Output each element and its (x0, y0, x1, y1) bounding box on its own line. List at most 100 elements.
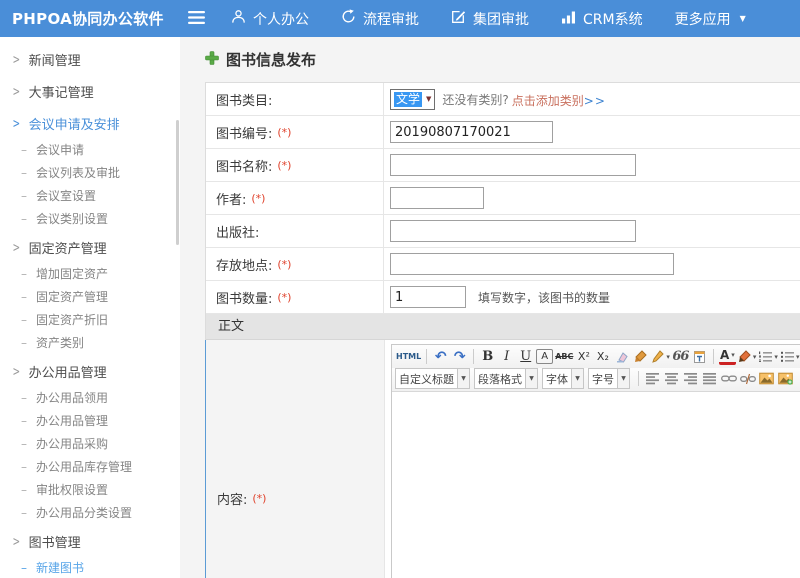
sidebar-item[interactable]: –办公用品分类设置 (0, 501, 180, 524)
toolbar-separator (473, 349, 474, 364)
content-label: 内容: (217, 489, 247, 508)
custom-style-select[interactable]: 自定义标题▼ (395, 368, 470, 389)
rich-text-editor: HTML↶↷BIUAABCX²X₂▾66A▾▾▾▾ 自定义标题▼段落格式▼字体▼… (391, 344, 800, 578)
paragraph-format-select[interactable]: 段落格式▼ (474, 368, 538, 389)
sidebar-group[interactable]: >图书管理 (0, 526, 180, 556)
undo-icon[interactable]: ↶ (432, 347, 449, 366)
font-size-select[interactable]: 字号▼ (588, 368, 630, 389)
sidebar-item[interactable]: –办公用品库存管理 (0, 455, 180, 478)
align-right-icon[interactable] (682, 369, 699, 388)
publisher-input[interactable] (390, 220, 636, 242)
caret-down-icon: ▾ (796, 353, 800, 361)
font-border-icon[interactable]: A (536, 349, 553, 364)
caret-down-icon: ▾ (731, 350, 735, 361)
topbar-nav: 个人办公 流程审批 集团审批 CRM系统 更多应用 ▼ (231, 9, 746, 29)
book-number-input[interactable] (390, 121, 553, 143)
highlight-icon[interactable]: ▾ (738, 347, 757, 366)
sidebar-group-label: 办公用品管理 (29, 362, 107, 381)
editor-toolbar-row1: HTML↶↷BIUAABCX²X₂▾66A▾▾▾▾ (392, 345, 800, 368)
crm-chart-icon (561, 10, 576, 28)
sidebar-group[interactable]: >固定资产管理 (0, 232, 180, 262)
body-section-header: 正文 (206, 314, 800, 340)
sidebar-item[interactable]: –会议室设置 (0, 184, 180, 207)
underline-icon[interactable]: U (517, 347, 534, 366)
subscript-icon[interactable]: X₂ (594, 347, 611, 366)
image-icon[interactable] (758, 369, 775, 388)
sidebar-item[interactable]: –会议类别设置 (0, 207, 180, 230)
font-color-icon[interactable]: A▾ (719, 348, 736, 365)
format-brush-icon[interactable] (632, 347, 649, 366)
unlink-icon[interactable] (739, 369, 756, 388)
superscript-icon[interactable]: X² (575, 347, 592, 366)
nav-personal-office[interactable]: 个人办公 (231, 9, 309, 29)
sidebar-item-label: 会议室设置 (36, 187, 96, 204)
blockquote-icon[interactable]: 66 (672, 347, 689, 366)
chevron-right-icon: > (13, 115, 20, 131)
caret-down-icon: ▼ (426, 95, 431, 103)
sidebar-item[interactable]: –资产类别 (0, 331, 180, 354)
sidebar-item[interactable]: –固定资产管理 (0, 285, 180, 308)
toolbar-separator (638, 371, 639, 386)
sidebar-group[interactable]: >办公用品管理 (0, 356, 180, 386)
sidebar-item[interactable]: –固定资产折旧 (0, 308, 180, 331)
nav-more-apps[interactable]: 更多应用 ▼ (675, 9, 746, 29)
insert-image-icon[interactable] (777, 369, 794, 388)
sidebar-item-label: 固定资产管理 (36, 288, 108, 305)
quantity-input[interactable] (390, 286, 466, 308)
sidebar-scrollbar[interactable] (176, 120, 179, 245)
font-family-select[interactable]: 字体▼ (542, 368, 584, 389)
form-row-category: 图书类目: 文学 ▼ 还没有类别? 点击添加类别>> (206, 83, 800, 116)
align-center-icon[interactable] (663, 369, 680, 388)
sidebar-item[interactable]: –办公用品采购 (0, 432, 180, 455)
sidebar-item[interactable]: –办公用品管理 (0, 409, 180, 432)
location-input[interactable] (390, 253, 674, 275)
source-code-icon[interactable]: HTML (396, 347, 421, 366)
quantity-label: 图书数量: (216, 288, 272, 307)
redo-icon[interactable]: ↷ (451, 347, 468, 366)
author-input[interactable] (390, 187, 484, 209)
caret-down-icon: ▾ (666, 353, 670, 361)
dash-icon: – (21, 166, 27, 180)
menu-toggle-button[interactable] (188, 9, 205, 28)
sidebar-group[interactable]: >会议申请及安排 (0, 108, 180, 138)
bold-icon[interactable]: B (479, 347, 496, 366)
italic-icon[interactable]: I (498, 347, 515, 366)
strikethrough-icon[interactable]: ABC (555, 347, 573, 366)
nav-group-approval[interactable]: 集团审批 (451, 9, 529, 29)
page-title: 图书信息发布 (226, 49, 316, 70)
nav-flow-approval[interactable]: 流程审批 (341, 9, 419, 29)
sidebar-item[interactable]: –审批权限设置 (0, 478, 180, 501)
ordered-list-icon[interactable]: ▾ (758, 347, 778, 366)
eraser-icon[interactable] (613, 347, 630, 366)
dash-icon: – (21, 414, 27, 428)
paint-format-icon[interactable]: ▾ (651, 347, 670, 366)
caret-down-icon: ▼ (740, 14, 746, 23)
required-mark: (*) (277, 258, 291, 271)
location-label: 存放地点: (216, 255, 272, 274)
caret-down-icon: ▼ (525, 369, 537, 388)
caret-down-icon: ▼ (617, 369, 629, 388)
sidebar-item[interactable]: –增加固定资产 (0, 262, 180, 285)
sidebar-item-label: 办公用品管理 (36, 412, 108, 429)
sidebar-group[interactable]: >大事记管理 (0, 76, 180, 106)
align-left-icon[interactable] (644, 369, 661, 388)
book-name-input[interactable] (390, 154, 636, 176)
nav-crm-system[interactable]: CRM系统 (561, 9, 643, 29)
align-justify-icon[interactable] (701, 369, 718, 388)
sidebar-item-label: 会议申请 (36, 141, 84, 158)
form-row-content: 内容:(*) HTML↶↷BIUAABCX²X₂▾66A▾▾▾▾ 自定义标题▼段… (205, 340, 800, 578)
unordered-list-icon[interactable]: ▾ (780, 347, 800, 366)
sidebar-item[interactable]: –会议列表及审批 (0, 161, 180, 184)
sidebar-item[interactable]: –办公用品领用 (0, 386, 180, 409)
toolbar-separator (713, 349, 714, 364)
paste-word-icon[interactable] (691, 347, 708, 366)
add-category-link[interactable]: 点击添加类别>> (512, 90, 606, 109)
book-category-select[interactable]: 文学 ▼ (390, 89, 435, 110)
sidebar-group[interactable]: >新闻管理 (0, 44, 180, 74)
select-label: 自定义标题 (396, 371, 457, 387)
link-icon[interactable] (720, 369, 737, 388)
topbar: PHPOA协同办公软件 个人办公 流程审批 集团审批 CRM系统 更多应用 ▼ (0, 0, 800, 37)
sidebar-item[interactable]: –新建图书 (0, 556, 180, 578)
editor-content[interactable] (392, 392, 800, 578)
sidebar-item[interactable]: –会议申请 (0, 138, 180, 161)
